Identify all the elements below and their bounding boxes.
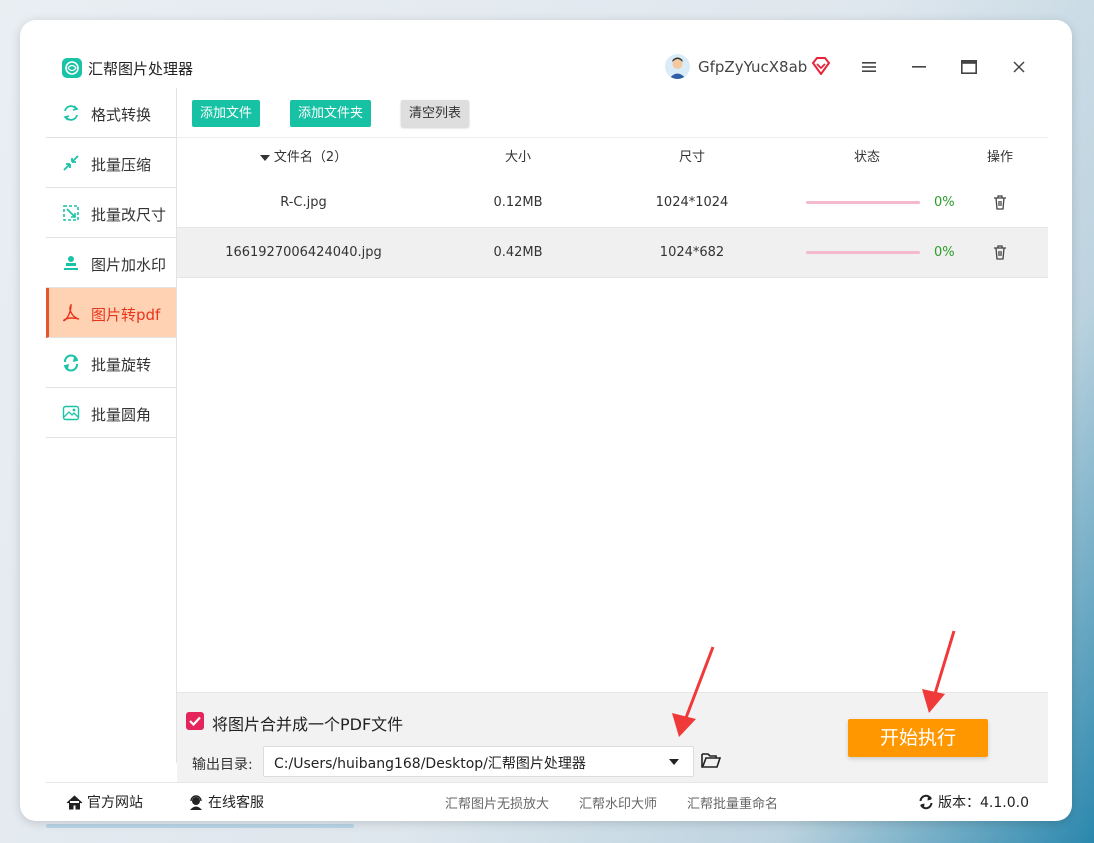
official-site-label: 官方网站	[87, 795, 143, 811]
progress-bar	[806, 251, 920, 254]
sidebar-item-image-to-pdf[interactable]: 图片转pdf	[46, 288, 176, 338]
home-icon	[66, 794, 83, 809]
file-dimension: 1024*682	[659, 245, 725, 260]
table-header: 文件名（2） 大小 尺寸 状态 操作	[177, 138, 1048, 179]
file-size: 0.42MB	[493, 245, 543, 260]
toolbar: 添加文件 添加文件夹 清空列表	[177, 88, 1048, 138]
menu-icon[interactable]	[858, 56, 880, 78]
sidebar-item-format-convert[interactable]: 格式转换	[46, 88, 176, 138]
file-size: 0.12MB	[493, 195, 543, 210]
progress-bar	[806, 201, 920, 204]
minimize-icon[interactable]	[908, 56, 930, 78]
merge-pdf-label[interactable]: 将图片合并成一个PDF文件	[212, 711, 403, 735]
file-dimension: 1024*1024	[655, 195, 729, 210]
sidebar-item-label: 图片转pdf	[91, 306, 161, 324]
compress-icon	[63, 155, 79, 171]
column-header-status: 状态	[853, 150, 880, 165]
add-file-button[interactable]: 添加文件	[192, 100, 260, 127]
customer-service-icon	[190, 794, 202, 810]
output-dir-select[interactable]: C:/Users/huibang168/Desktop/汇帮图片处理器	[263, 746, 694, 777]
annotation-arrow	[672, 646, 715, 737]
chevron-down-icon	[669, 759, 679, 765]
background-strip	[46, 824, 354, 828]
sidebar: 格式转换 批量压缩 批量改尺寸 图片加水印 图片转pdf 批量旋转 批量圆角	[46, 88, 177, 763]
sidebar-item-compress[interactable]: 批量压缩	[46, 138, 176, 188]
format-convert-icon	[63, 105, 79, 121]
watermark-icon	[64, 256, 78, 270]
footer-link-rename[interactable]: 汇帮批量重命名	[687, 793, 778, 812]
add-folder-button[interactable]: 添加文件夹	[290, 100, 371, 127]
sidebar-item-resize[interactable]: 批量改尺寸	[46, 188, 176, 238]
close-icon[interactable]	[1008, 56, 1030, 78]
checkmark-icon	[189, 716, 201, 727]
sort-down-icon	[259, 154, 270, 161]
start-button[interactable]: 开始执行	[848, 719, 988, 757]
online-service-label: 在线客服	[208, 795, 264, 811]
title-bar: 汇帮图片处理器 GfpZyYucX8ab	[46, 45, 1048, 88]
sidebar-item-rotate[interactable]: 批量旋转	[46, 338, 176, 388]
column-header-name[interactable]: 文件名（2）	[217, 138, 390, 178]
version-info[interactable]: 版本：4.1.0.0	[918, 792, 1029, 812]
sidebar-item-label: 格式转换	[91, 106, 152, 124]
sidebar-item-rounded-corner[interactable]: 批量圆角	[46, 388, 176, 438]
output-dir-label: 输出目录:	[192, 757, 253, 773]
sidebar-item-label: 批量圆角	[91, 406, 152, 424]
sidebar-item-label: 批量改尺寸	[91, 206, 167, 224]
refresh-icon	[919, 794, 933, 810]
user-avatar[interactable]	[665, 54, 690, 79]
delete-icon[interactable]	[992, 194, 1008, 210]
column-header-action: 操作	[986, 150, 1013, 165]
progress-percent: 0%	[934, 195, 955, 210]
column-header-name-label: 文件名（2）	[273, 150, 348, 165]
app-logo-icon	[62, 58, 82, 78]
table-row[interactable]: R-C.jpg 0.12MB 1024*1024 0%	[177, 178, 1048, 228]
merge-pdf-checkbox[interactable]	[186, 712, 204, 730]
progress-percent: 0%	[934, 245, 955, 260]
rotate-icon	[64, 354, 78, 372]
footer: 官方网站 在线客服 汇帮图片无损放大 汇帮水印大师 汇帮批量重命名 版本：4.1…	[46, 782, 1048, 820]
footer-link-upscale[interactable]: 汇帮图片无损放大	[445, 793, 549, 812]
sidebar-item-watermark[interactable]: 图片加水印	[46, 238, 176, 288]
column-header-dimension: 尺寸	[678, 150, 705, 165]
table-row[interactable]: 1661927006424040.jpg 0.42MB 1024*682 0%	[177, 228, 1048, 278]
app-content: 汇帮图片处理器 GfpZyYucX8ab 格式转换 批量压缩 批量改尺寸 图片加…	[46, 45, 1048, 820]
version-label: 版本：4.1.0.0	[938, 795, 1029, 811]
folder-open-icon[interactable]	[701, 751, 721, 769]
vip-diamond-icon[interactable]	[811, 57, 831, 79]
sidebar-item-label: 批量压缩	[91, 156, 152, 174]
sidebar-item-label: 图片加水印	[91, 256, 167, 274]
maximize-icon[interactable]	[958, 56, 980, 78]
rounded-corner-icon	[62, 405, 80, 421]
clear-list-button[interactable]: 清空列表	[401, 100, 469, 127]
file-name: R-C.jpg	[280, 195, 327, 210]
output-dir-value: C:/Users/huibang168/Desktop/汇帮图片处理器	[274, 756, 586, 772]
annotation-arrow	[922, 630, 956, 713]
online-service-link[interactable]: 在线客服	[188, 792, 264, 812]
app-window: 汇帮图片处理器 GfpZyYucX8ab 格式转换 批量压缩 批量改尺寸 图片加…	[20, 20, 1072, 821]
resize-icon	[63, 205, 79, 221]
username[interactable]: GfpZyYucX8ab	[698, 58, 807, 76]
official-site-link[interactable]: 官方网站	[66, 792, 143, 812]
footer-link-watermark[interactable]: 汇帮水印大师	[579, 793, 657, 812]
file-name: 1661927006424040.jpg	[225, 245, 382, 260]
app-title: 汇帮图片处理器	[88, 60, 194, 78]
column-header-size: 大小	[504, 150, 531, 165]
delete-icon[interactable]	[992, 244, 1008, 260]
pdf-icon	[63, 304, 80, 322]
sidebar-item-label: 批量旋转	[91, 356, 152, 374]
